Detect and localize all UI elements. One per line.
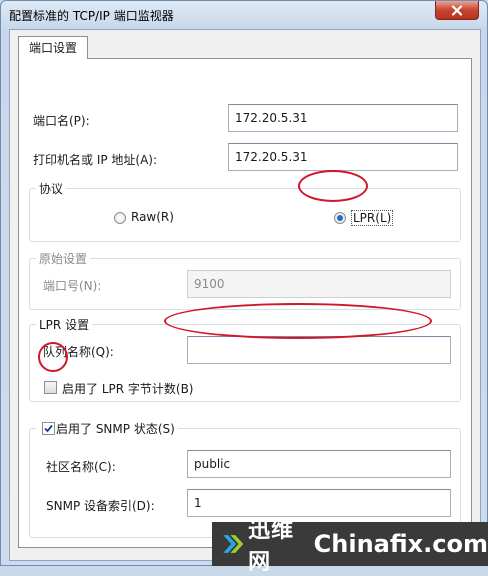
queue-name-label: 队列名称(Q):: [43, 345, 114, 359]
lpr-settings-group: LPR 设置 队列名称(Q): 启用了 LPR 字节计数(B): [29, 316, 461, 402]
printer-address-label: 打印机名或 IP 地址(A):: [33, 153, 158, 167]
device-index-input[interactable]: 1: [187, 489, 451, 517]
radio-raw-label[interactable]: Raw(R): [131, 210, 174, 224]
lpr-settings-title: LPR 设置: [36, 316, 93, 333]
port-name-input[interactable]: 172.20.5.31: [228, 104, 458, 132]
radio-lpr[interactable]: [334, 212, 346, 224]
community-name-label: 社区名称(C):: [46, 460, 116, 474]
protocol-group-title: 协议: [36, 180, 67, 197]
title-bar[interactable]: 配置标准的 TCP/IP 端口监视器: [1, 1, 487, 29]
port-number-label: 端口号(N):: [43, 279, 102, 293]
dialog-client-area: 端口设置 端口名(P): 172.20.5.31 打印机名或 IP 地址(A):…: [9, 29, 481, 561]
raw-settings-group: 原始设置 端口号(N): 9100: [29, 250, 461, 310]
raw-settings-title: 原始设置: [36, 250, 91, 267]
protocol-group: 协议 Raw(R) LPR(L): [29, 180, 461, 242]
window-title: 配置标准的 TCP/IP 端口监视器: [9, 9, 174, 23]
watermark-banner: 迅维网 Chinafix.com: [212, 518, 488, 575]
tab-port-settings[interactable]: 端口设置: [18, 36, 89, 59]
watermark-cn-text: 迅维网: [248, 518, 295, 575]
community-name-input[interactable]: public: [187, 450, 451, 478]
chinafix-logo-icon: [223, 535, 244, 553]
queue-name-input[interactable]: [187, 336, 451, 364]
check-icon: [44, 424, 53, 433]
byte-counting-label[interactable]: 启用了 LPR 字节计数(B): [62, 380, 194, 397]
snmp-status-label[interactable]: 启用了 SNMP 状态(S): [36, 420, 178, 437]
tab-panel: 端口名(P): 172.20.5.31 打印机名或 IP 地址(A): 172.…: [18, 58, 472, 548]
radio-raw[interactable]: [114, 212, 126, 224]
byte-counting-checkbox[interactable]: [44, 381, 57, 394]
printer-address-input[interactable]: 172.20.5.31: [228, 143, 458, 171]
port-number-input[interactable]: 9100: [187, 270, 451, 298]
radio-lpr-label[interactable]: LPR(L): [351, 210, 394, 226]
close-button[interactable]: [435, 1, 479, 20]
snmp-status-checkbox[interactable]: [42, 422, 55, 435]
device-index-label: SNMP 设备索引(D):: [46, 499, 155, 513]
watermark-en-text: Chinafix.com: [313, 530, 488, 558]
dialog-window: 配置标准的 TCP/IP 端口监视器 端口设置 端口名(P): 172.20.5…: [0, 0, 488, 566]
port-name-label: 端口名(P):: [33, 114, 90, 128]
close-icon: [451, 4, 463, 16]
